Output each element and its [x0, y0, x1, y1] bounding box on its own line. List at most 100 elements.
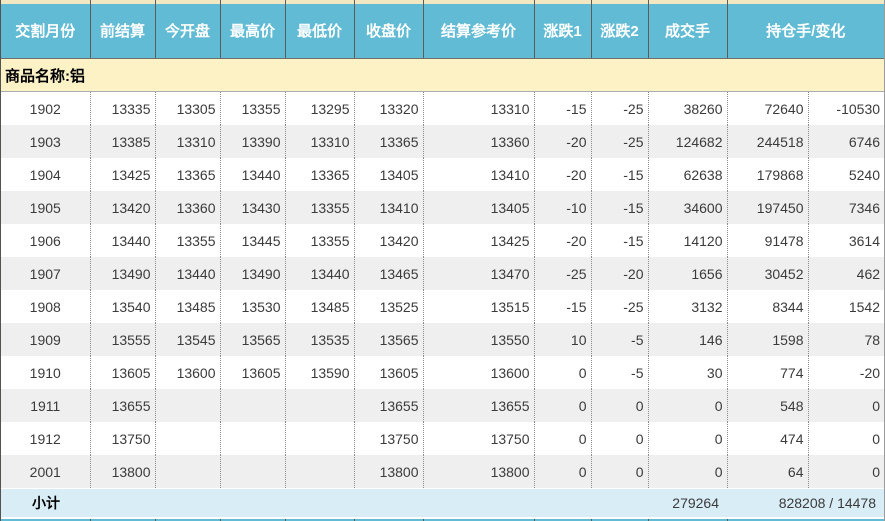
cell-open-interest: 774 — [727, 356, 808, 389]
cell-settle-ref: 13515 — [423, 290, 534, 323]
cell-volume: 30 — [648, 356, 727, 389]
cell-change1: 0 — [534, 422, 591, 455]
cell-high: 13445 — [220, 224, 285, 257]
cell-prev-settle: 13335 — [90, 92, 155, 126]
cell-change2: -25 — [591, 125, 648, 158]
cell-change1: 0 — [534, 389, 591, 422]
cell-change2: -5 — [591, 323, 648, 356]
cell-change1: -15 — [534, 92, 591, 126]
cell-high — [220, 422, 285, 455]
table-row: 1902133351330513355132951332013310-15-25… — [1, 92, 884, 126]
cell-delivery-month: 2001 — [1, 455, 90, 489]
cell-volume: 0 — [648, 389, 727, 422]
cell-settle-ref: 13405 — [423, 191, 534, 224]
cell-volume: 124682 — [648, 125, 727, 158]
cell-change1: 0 — [534, 455, 591, 489]
cell-low: 13355 — [285, 224, 354, 257]
cell-oi-change: 0 — [808, 389, 884, 422]
cell-oi-change: 0 — [808, 422, 884, 455]
cell-oi-change: 5240 — [808, 158, 884, 191]
subtotal-label: 小计 — [1, 489, 648, 519]
cell-open: 13355 — [155, 224, 220, 257]
cell-high: 13605 — [220, 356, 285, 389]
cell-open: 13310 — [155, 125, 220, 158]
cell-oi-change: 7346 — [808, 191, 884, 224]
table-row: 1906134401335513445133551342013425-20-15… — [1, 224, 884, 257]
cell-high: 13440 — [220, 158, 285, 191]
cell-volume: 3132 — [648, 290, 727, 323]
cell-change1: -25 — [534, 257, 591, 290]
cell-prev-settle: 13555 — [90, 323, 155, 356]
subtotal-row: 小计 279264 828208 / 14478 — [1, 489, 884, 519]
cell-high: 13355 — [220, 92, 285, 126]
cell-settle-ref: 13360 — [423, 125, 534, 158]
cell-settle-ref: 13550 — [423, 323, 534, 356]
cell-prev-settle: 13800 — [90, 455, 155, 489]
cell-prev-settle: 13440 — [90, 224, 155, 257]
table-row: 1907134901344013490134401346513470-25-20… — [1, 257, 884, 290]
cell-open: 13600 — [155, 356, 220, 389]
col-header-volume: 成交手 — [648, 0, 727, 59]
table-row: 1908135401348513530134851352513515-15-25… — [1, 290, 884, 323]
col-header-open: 今开盘 — [155, 0, 220, 59]
cell-oi-change: 6746 — [808, 125, 884, 158]
col-header-low: 最低价 — [285, 0, 354, 59]
cell-prev-settle: 13540 — [90, 290, 155, 323]
cell-oi-change: -10530 — [808, 92, 884, 126]
cell-delivery-month: 1908 — [1, 290, 90, 323]
cell-prev-settle: 13385 — [90, 125, 155, 158]
cell-low: 13440 — [285, 257, 354, 290]
cell-open-interest: 474 — [727, 422, 808, 455]
cell-settle-ref: 13750 — [423, 422, 534, 455]
cell-settle-ref: 13800 — [423, 455, 534, 489]
cell-prev-settle: 13605 — [90, 356, 155, 389]
table-row: 19121375013750137500004740 — [1, 422, 884, 455]
cell-open: 13485 — [155, 290, 220, 323]
cell-volume: 38260 — [648, 92, 727, 126]
table-footer: 小计 279264 828208 / 14478 — [1, 489, 884, 521]
cell-close: 13750 — [354, 422, 423, 455]
cell-volume: 14120 — [648, 224, 727, 257]
col-header-prev-settle: 前结算 — [90, 0, 155, 59]
table-body: 1902133351330513355132951332013310-15-25… — [1, 92, 884, 489]
cell-open: 13365 — [155, 158, 220, 191]
col-header-open-interest-change: 持仓手/变化 — [727, 0, 884, 59]
cell-low: 13295 — [285, 92, 354, 126]
cell-close: 13410 — [354, 191, 423, 224]
col-header-settle-ref: 结算参考价 — [423, 0, 534, 59]
col-header-change1: 涨跌1 — [534, 0, 591, 59]
cell-change1: -15 — [534, 290, 591, 323]
cell-oi-change: 462 — [808, 257, 884, 290]
cell-low: 13365 — [285, 158, 354, 191]
cell-change2: -25 — [591, 290, 648, 323]
cell-change2: -15 — [591, 158, 648, 191]
cell-delivery-month: 1911 — [1, 389, 90, 422]
cell-low — [285, 422, 354, 455]
cell-high: 13565 — [220, 323, 285, 356]
cell-open-interest: 91478 — [727, 224, 808, 257]
cell-close: 13525 — [354, 290, 423, 323]
cell-low: 13485 — [285, 290, 354, 323]
cell-low: 13590 — [285, 356, 354, 389]
cell-open: 13360 — [155, 191, 220, 224]
cell-settle-ref: 13310 — [423, 92, 534, 126]
futures-quotes-table: 交割月份 前结算 今开盘 最高价 最低价 收盘价 结算参考价 涨跌1 涨跌2 成… — [1, 0, 884, 521]
cell-low: 13535 — [285, 323, 354, 356]
cell-close: 13320 — [354, 92, 423, 126]
cell-open-interest: 72640 — [727, 92, 808, 126]
subtotal-open-interest-change: 828208 / 14478 — [727, 489, 884, 519]
cell-open — [155, 422, 220, 455]
product-band: 商品名称:铝 — [1, 59, 884, 92]
cell-volume: 62638 — [648, 158, 727, 191]
cell-settle-ref: 13655 — [423, 389, 534, 422]
cell-change2: -5 — [591, 356, 648, 389]
table-row: 19101360513600136051359013605136000-5307… — [1, 356, 884, 389]
col-header-change2: 涨跌2 — [591, 0, 648, 59]
cell-change1: -20 — [534, 158, 591, 191]
cell-volume: 1656 — [648, 257, 727, 290]
cell-close: 13420 — [354, 224, 423, 257]
cell-low: 13310 — [285, 125, 354, 158]
cell-open — [155, 455, 220, 489]
cell-open: 13545 — [155, 323, 220, 356]
cell-delivery-month: 1909 — [1, 323, 90, 356]
